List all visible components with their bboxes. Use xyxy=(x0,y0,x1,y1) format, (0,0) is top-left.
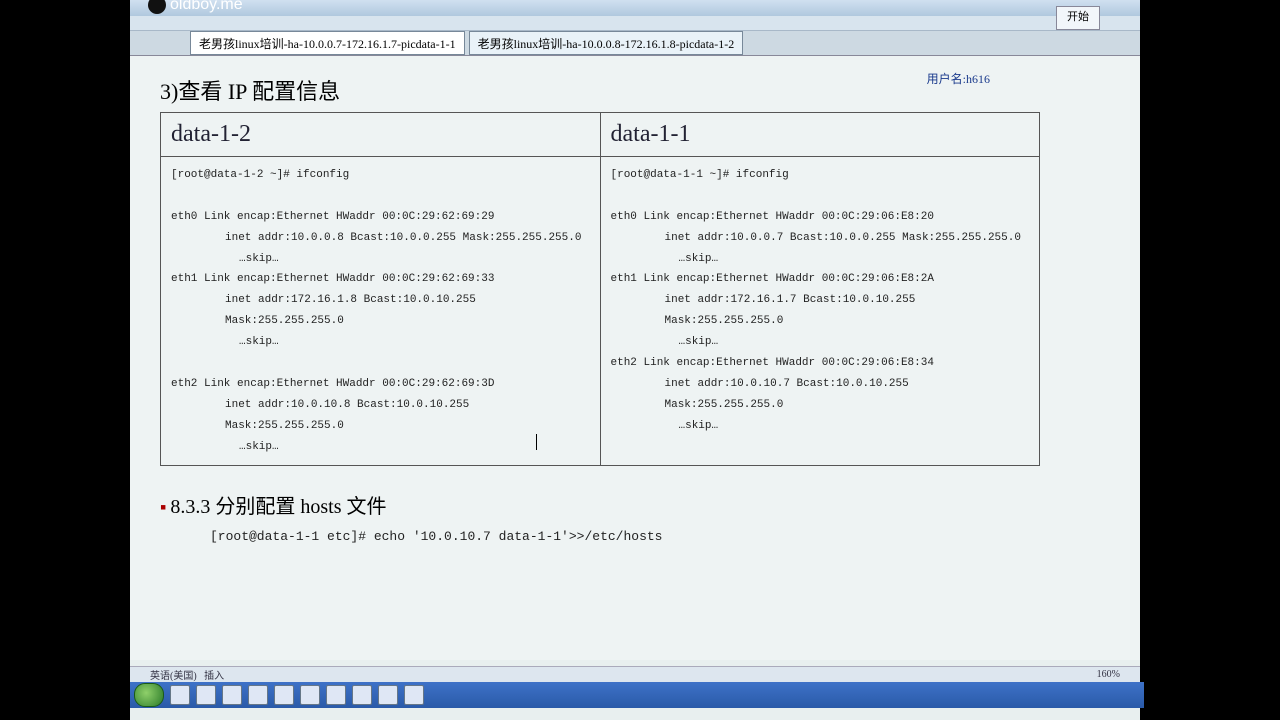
right-eth2-addr: inet addr:10.0.10.7 Bcast:10.0.10.255 Ma… xyxy=(611,374,1030,416)
status-lang: 英语(美国) xyxy=(150,671,197,682)
hosts-command: [root@data-1-1 etc]# echo '10.0.10.7 dat… xyxy=(210,529,1120,544)
prompt-left: [root@data-1-2 ~]# ifconfig xyxy=(171,165,590,186)
left-skip1: …skip… xyxy=(171,249,590,270)
task-icon[interactable] xyxy=(378,685,398,705)
taskbar[interactable] xyxy=(130,682,1144,708)
prompt-right: [root@data-1-1 ~]# ifconfig xyxy=(611,165,1030,186)
section2-text: 8.3.3 分别配置 hosts 文件 xyxy=(170,496,386,518)
task-icon[interactable] xyxy=(170,685,190,705)
section-heading-hosts: ▪8.3.3 分别配置 hosts 文件 xyxy=(160,490,1120,519)
right-eth2: eth2 Link encap:Ethernet HWaddr 00:0C:29… xyxy=(611,353,1030,374)
task-icon[interactable] xyxy=(274,685,294,705)
right-eth0: eth0 Link encap:Ethernet HWaddr 00:0C:29… xyxy=(611,207,1030,228)
cell-body-right: [root@data-1-1 ~]# ifconfig eth0 Link en… xyxy=(600,157,1040,466)
right-eth1: eth1 Link encap:Ethernet HWaddr 00:0C:29… xyxy=(611,269,1030,290)
task-icon[interactable] xyxy=(326,685,346,705)
logo-icon xyxy=(148,0,166,14)
left-eth0-addr: inet addr:10.0.0.8 Bcast:10.0.0.255 Mask… xyxy=(171,228,590,249)
left-eth1: eth1 Link encap:Ethernet HWaddr 00:0C:29… xyxy=(171,269,590,290)
right-eth0-addr: inet addr:10.0.0.7 Bcast:10.0.0.255 Mask… xyxy=(611,228,1030,249)
cell-title-left: data-1-2 xyxy=(161,113,601,157)
status-bar: 英语(美国) 插入 160% xyxy=(130,666,1140,682)
status-mode: 插入 xyxy=(204,671,224,682)
left-eth1-addr: inet addr:172.16.1.8 Bcast:10.0.10.255 M… xyxy=(171,290,590,332)
left-skip2: …skip… xyxy=(171,332,590,353)
right-eth1-addr: inet addr:172.16.1.7 Bcast:10.0.10.255 M… xyxy=(611,290,1030,332)
text-cursor xyxy=(536,434,537,450)
left-skip3: …skip… xyxy=(171,437,590,458)
task-icon[interactable] xyxy=(196,685,216,705)
cell-body-left: [root@data-1-2 ~]# ifconfig eth0 Link en… xyxy=(161,157,601,466)
left-eth2: eth2 Link encap:Ethernet HWaddr 00:0C:29… xyxy=(171,374,590,395)
task-icon[interactable] xyxy=(404,685,424,705)
start-menu-button[interactable] xyxy=(134,683,164,707)
document-tabs: 老男孩linux培训-ha-10.0.0.7-172.16.1.7-picdat… xyxy=(130,31,1140,56)
bullet-icon: ▪ xyxy=(160,497,166,517)
tab-doc2[interactable]: 老男孩linux培训-ha-10.0.0.8-172.16.1.8-picdat… xyxy=(469,31,744,55)
status-zoom[interactable]: 160% xyxy=(1097,669,1120,680)
tab-doc1[interactable]: 老男孩linux培训-ha-10.0.0.7-172.16.1.7-picdat… xyxy=(190,31,465,55)
right-skip3: …skip… xyxy=(611,416,1030,437)
task-icon[interactable] xyxy=(248,685,268,705)
comparison-table: data-1-2 data-1-1 [root@data-1-2 ~]# ifc… xyxy=(160,112,1040,466)
menu-bar[interactable] xyxy=(130,16,1140,31)
task-icon[interactable] xyxy=(352,685,372,705)
watermark-text: oldboy.me xyxy=(170,0,243,13)
cell-title-right: data-1-1 xyxy=(600,113,1040,157)
title-bar xyxy=(130,0,1140,16)
task-icon[interactable] xyxy=(300,685,320,705)
app-window: 老男孩linux培训-ha-10.0.0.7-172.16.1.7-picdat… xyxy=(130,0,1140,720)
watermark: oldboy.me xyxy=(148,0,243,14)
right-skip2: …skip… xyxy=(611,332,1030,353)
left-eth0: eth0 Link encap:Ethernet HWaddr 00:0C:29… xyxy=(171,207,590,228)
document-body: 用户名:h616 3)查看 IP 配置信息 data-1-2 data-1-1 … xyxy=(130,56,1140,660)
start-button[interactable]: 开始 xyxy=(1056,6,1100,30)
task-icon[interactable] xyxy=(222,685,242,705)
left-eth2-addr: inet addr:10.0.10.8 Bcast:10.0.10.255 Ma… xyxy=(171,395,590,437)
right-skip1: …skip… xyxy=(611,249,1030,270)
username-label: 用户名:h616 xyxy=(927,70,990,87)
